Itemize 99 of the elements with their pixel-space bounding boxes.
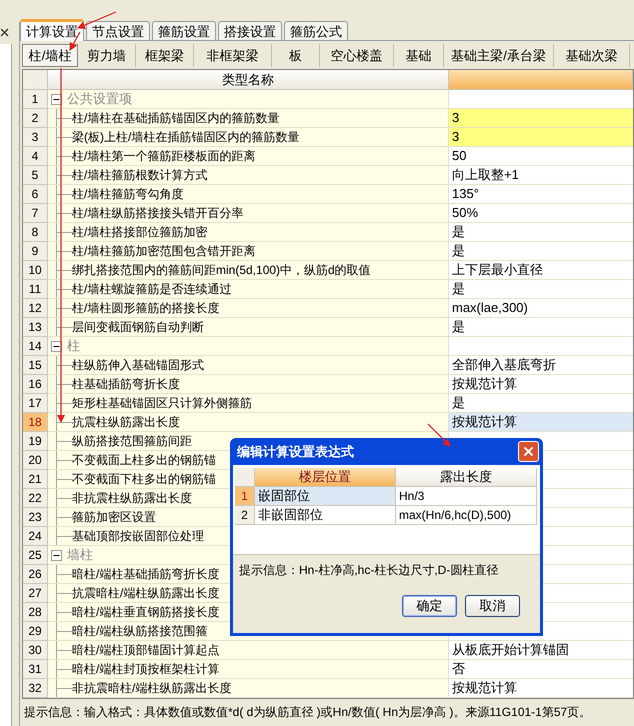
row-number[interactable]: 1 xyxy=(235,487,255,506)
row-number[interactable]: 9 xyxy=(23,242,48,261)
row-number[interactable]: 8 xyxy=(23,223,48,242)
dialog-title: 编辑计算设置表达式 xyxy=(237,442,354,461)
value-cell[interactable]: 上下层最小直径 xyxy=(449,261,633,280)
setting-name: 绑扎搭接范围内的箍筋间距min(5d,100)中，纵筋d的取值 xyxy=(72,262,371,279)
close-icon[interactable] xyxy=(1,28,9,37)
group-label: 公共设置项 xyxy=(67,90,132,108)
tab[interactable]: 箍筋公式 xyxy=(284,21,348,40)
sub-tab[interactable]: 基础主梁/承台梁 xyxy=(444,44,554,67)
row-number[interactable]: 27 xyxy=(23,584,48,603)
sub-tab[interactable]: 空心楼盖 xyxy=(320,44,394,67)
value-cell[interactable]: 否 xyxy=(449,660,633,679)
hint-text: 提示信息：Hn-柱净高,hc-柱长边尺寸,D-圆柱直径 xyxy=(238,562,500,579)
row-number[interactable]: 28 xyxy=(23,603,48,622)
row-number[interactable]: 29 xyxy=(23,622,48,641)
setting-name: 暗柱/端柱纵筋搭接范围箍 xyxy=(72,623,208,640)
setting-name: 暗柱/端柱顶部锚固计算起点 xyxy=(72,642,220,659)
sub-tab[interactable]: 基础 xyxy=(394,44,444,67)
row-number[interactable]: 18 xyxy=(23,413,48,432)
value-cell[interactable]: 3 xyxy=(449,128,633,147)
row-number[interactable]: 5 xyxy=(23,166,48,185)
row-number[interactable]: 21 xyxy=(23,470,48,489)
row-number[interactable]: 14 xyxy=(23,337,48,356)
setting-name: 矩形柱基础锚固区只计算外侧箍筋 xyxy=(72,395,252,412)
value-cell[interactable]: 是 xyxy=(449,242,633,261)
row-number[interactable]: 1 xyxy=(23,90,48,109)
row-number[interactable]: 24 xyxy=(23,527,48,546)
tab[interactable]: 搭接设置 xyxy=(218,21,282,40)
row-number[interactable]: 31 xyxy=(23,660,48,679)
setting-name: 非抗震暗柱/端柱纵筋露出长度 xyxy=(72,680,232,697)
column-header[interactable]: 露出长度 xyxy=(396,468,537,487)
setting-name: 非抗震柱纵筋露出长度 xyxy=(72,490,192,507)
sub-tab[interactable]: 基础次梁 xyxy=(554,44,630,67)
tab[interactable]: 计算设置 xyxy=(20,19,84,41)
setting-name: 暗柱/端柱垂直钢筋搭接长度 xyxy=(72,604,220,621)
close-icon xyxy=(523,446,534,457)
sub-tab[interactable]: 板 xyxy=(272,44,320,67)
value-cell[interactable]: 是 xyxy=(449,318,633,337)
group-label: 墙柱 xyxy=(67,546,93,564)
close-button[interactable] xyxy=(518,441,539,462)
column-header[interactable]: 类型名称 xyxy=(48,70,449,90)
row-number[interactable]: 3 xyxy=(23,128,48,147)
dialog-button[interactable]: 确定 xyxy=(402,595,457,617)
row-number[interactable]: 11 xyxy=(23,280,48,299)
row-number[interactable]: 19 xyxy=(23,432,48,451)
row-number[interactable]: 25 xyxy=(23,546,48,565)
sub-tab[interactable]: 柱/墙柱 xyxy=(22,44,78,67)
group-label: 柱 xyxy=(67,337,80,356)
tab[interactable]: 箍筋设置 xyxy=(152,21,216,40)
annotation-arrow xyxy=(428,424,451,447)
value-cell[interactable]: 按规范计算 xyxy=(449,375,633,394)
tab[interactable]: 节点设置 xyxy=(86,21,150,40)
setting-name: 纵筋搭接范围箍筋间距 xyxy=(72,433,192,450)
row-number[interactable]: 12 xyxy=(23,299,48,318)
row-number[interactable]: 20 xyxy=(23,451,48,470)
sub-tab[interactable]: 剪力墙 xyxy=(78,44,136,67)
row-number[interactable]: 17 xyxy=(23,394,48,413)
row-number[interactable]: 22 xyxy=(23,489,48,508)
row-number[interactable]: 15 xyxy=(23,356,48,375)
setting-name: 层间变截面钢筋自动判断 xyxy=(72,319,204,336)
value-cell[interactable]: 是 xyxy=(449,394,633,413)
collapse-toggle[interactable] xyxy=(51,550,62,560)
row-number[interactable]: 26 xyxy=(23,565,48,584)
row-number[interactable]: 4 xyxy=(23,147,48,166)
row-number[interactable]: 16 xyxy=(23,375,48,394)
row-number[interactable]: 2 xyxy=(235,506,255,525)
value-cell[interactable]: 按规范计算 xyxy=(449,413,633,432)
value-cell[interactable]: 按规范计算 xyxy=(449,679,633,698)
setting-name: 暗柱/端柱封顶按框架柱计算 xyxy=(72,661,220,678)
header-corner xyxy=(23,70,48,90)
setting-name: 箍筋加密区设置 xyxy=(72,509,156,526)
value-cell[interactable]: 向上取整+1 xyxy=(449,166,633,185)
table-cell[interactable]: 嵌固部位 xyxy=(255,487,396,506)
row-number[interactable]: 30 xyxy=(23,641,48,660)
value-cell[interactable]: 3 xyxy=(449,109,633,128)
row-number[interactable]: 23 xyxy=(23,508,48,527)
setting-name: 梁(板)上柱/墙柱在插筋锚固区内的箍筋数量 xyxy=(72,129,300,146)
table-cell[interactable]: 非嵌固部位 xyxy=(255,506,396,525)
status-hint: 提示信息：输入格式：具体数值或数值*d( d为纵筋直径 )或Hn/数值( Hn为层净高 )。来源11G101-1第57页。 xyxy=(23,704,592,721)
table-cell[interactable]: Hn/3 xyxy=(396,487,537,506)
row-number[interactable]: 6 xyxy=(23,185,48,204)
value-cell[interactable]: 是 xyxy=(449,280,633,299)
row-number[interactable]: 13 xyxy=(23,318,48,337)
row-number[interactable]: 32 xyxy=(23,679,48,698)
collapse-toggle[interactable] xyxy=(51,340,62,352)
column-header[interactable]: 楼层位置 xyxy=(255,468,396,487)
value-cell[interactable]: 全部伸入基底弯折 xyxy=(449,356,633,375)
row-number[interactable]: 2 xyxy=(23,109,48,128)
sub-tab[interactable]: 框架梁 xyxy=(136,44,194,67)
value-cell[interactable]: 是 xyxy=(449,223,633,242)
row-number[interactable]: 7 xyxy=(23,204,48,223)
value-cell[interactable]: 从板底开始计算锚固 xyxy=(449,641,633,660)
table-cell[interactable]: max(Hn/6,hc(D),500) xyxy=(396,506,537,525)
row-number[interactable]: 10 xyxy=(23,261,48,280)
sub-tab[interactable]: 非框架梁 xyxy=(194,44,272,67)
collapse-toggle[interactable] xyxy=(51,94,62,104)
setting-name: 暗柱/端柱基础插筋弯折长度 xyxy=(72,566,220,583)
dialog-button[interactable]: 取消 xyxy=(465,595,520,617)
